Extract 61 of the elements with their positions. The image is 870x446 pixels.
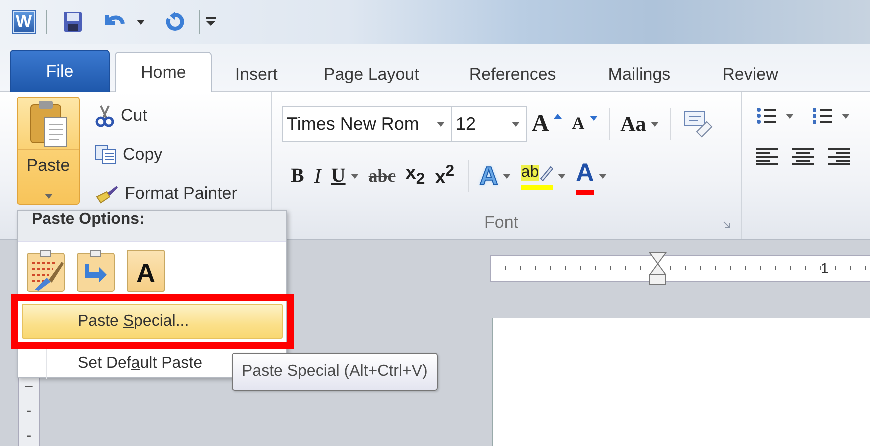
align-center-icon[interactable] [792, 147, 814, 165]
change-case-button[interactable]: Aa [616, 107, 664, 141]
font-name-field[interactable]: Times New Rom [282, 106, 452, 142]
highlight-button[interactable]: ab [516, 159, 572, 193]
ribbon-tab[interactable]: Review [700, 56, 802, 92]
dialog-launcher-icon[interactable] [721, 219, 731, 229]
caret-icon[interactable] [137, 20, 145, 24]
arrow-icon [554, 114, 562, 118]
menu-item[interactable]: Paste Special... [22, 304, 283, 339]
indent-marker-icon[interactable] [649, 252, 667, 286]
arrow-icon [590, 116, 598, 120]
file-tab[interactable]: File [10, 50, 110, 92]
ribbon-tab[interactable]: Home [115, 52, 212, 92]
numbered-list-icon[interactable] [812, 107, 834, 125]
font-color-button[interactable]: A [571, 159, 612, 193]
shrink-font-button[interactable]: A [567, 107, 603, 141]
ribbon-tab[interactable]: Page Layout [300, 56, 442, 92]
format-painter-button[interactable]: Format Painter [95, 179, 238, 209]
paintbrush-icon [95, 184, 119, 204]
menu-heading: Paste Options: [18, 211, 286, 242]
pen-icon [539, 165, 554, 181]
strikethrough-button[interactable]: abc [364, 159, 401, 193]
merge-formatting-icon[interactable] [77, 250, 115, 292]
paste-button[interactable]: Paste [17, 97, 80, 205]
keep-formatting-icon[interactable] [27, 250, 65, 292]
ribbon-tab[interactable]: Insert [212, 56, 301, 92]
caret-icon [350, 174, 359, 178]
ribbon-tab[interactable]: References [446, 56, 580, 92]
cut-button[interactable]: Cut [95, 101, 238, 131]
caret-icon [503, 174, 512, 178]
caret-icon [437, 122, 445, 126]
bullet-list-icon[interactable] [756, 107, 778, 125]
redo-icon[interactable] [165, 12, 185, 32]
keep-text-only-button[interactable]: A [127, 250, 165, 292]
subscript-button[interactable]: x$_{2}$ [400, 159, 430, 193]
superscript-button[interactable]: x$^{2}$ [430, 159, 460, 193]
italic-button[interactable]: I [309, 159, 326, 193]
underline-button[interactable]: U [326, 159, 364, 193]
eraser-icon[interactable] [683, 110, 714, 138]
caret-icon[interactable] [842, 114, 850, 118]
align-left-icon[interactable] [756, 147, 778, 165]
font-size-field[interactable]: 12 [451, 106, 527, 142]
scissors-icon [95, 105, 115, 127]
bold-button[interactable]: B [286, 159, 310, 193]
copy-button[interactable]: Copy [95, 140, 238, 170]
app-logo[interactable]: W [12, 10, 36, 34]
customize-menu-icon[interactable] [206, 17, 216, 27]
group-label: Font [484, 213, 519, 233]
ribbon-tab[interactable]: Mailings [585, 56, 694, 92]
clipboard-icon [28, 100, 68, 148]
ruler-number: 1 [821, 260, 829, 276]
caret-icon [512, 122, 520, 126]
copy-icon [95, 145, 117, 165]
grow-font-button[interactable]: A [527, 107, 568, 141]
caret-icon [558, 174, 566, 178]
caret-icon [651, 122, 660, 126]
tooltip: Paste Special (Alt+Ctrl+V) [232, 353, 438, 391]
save-icon[interactable] [63, 11, 83, 33]
caret-icon [599, 174, 608, 178]
align-right-icon[interactable] [828, 147, 850, 165]
caret-icon[interactable] [786, 114, 794, 118]
